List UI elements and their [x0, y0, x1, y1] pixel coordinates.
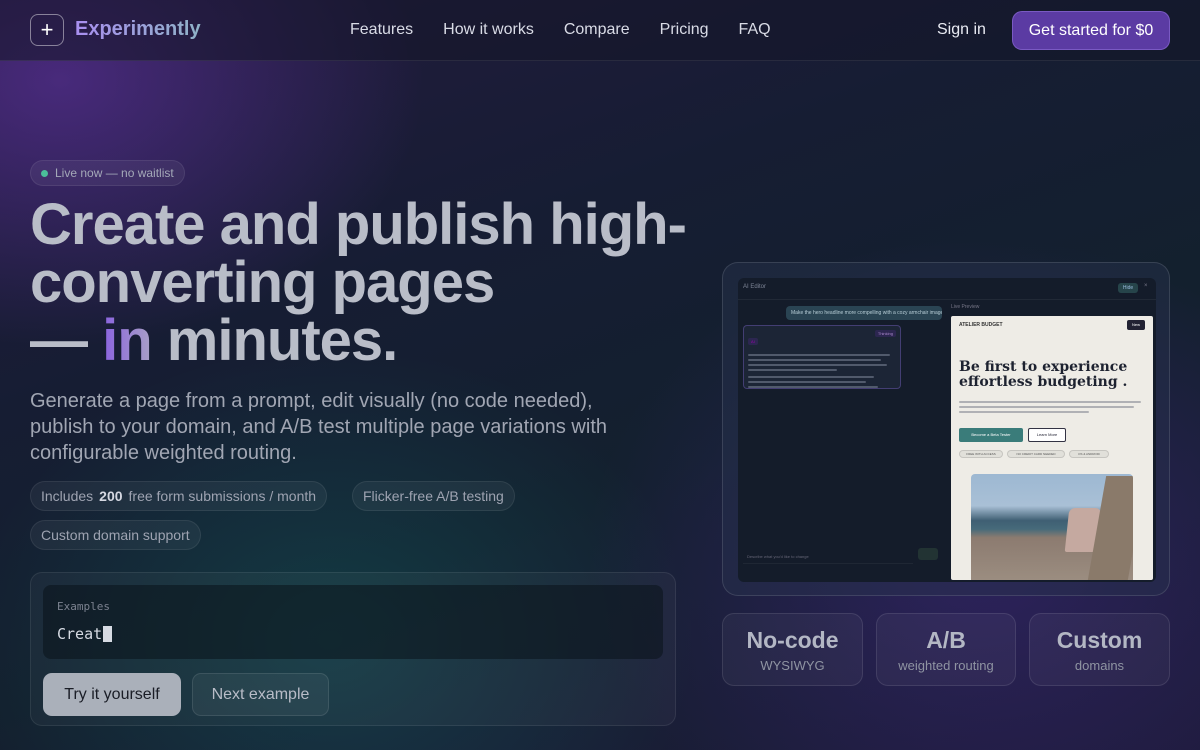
- preview-page-headline: Be first to experience effortless budget…: [959, 359, 1128, 390]
- prompt-label: Examples: [57, 600, 110, 613]
- preview-hero-image: [971, 474, 1133, 580]
- preview-editor-title: AI Editor: [743, 284, 767, 290]
- preview-live-label: Live Preview: [951, 304, 980, 310]
- product-preview: AI Editor Hide × Make the hero headline …: [722, 262, 1170, 596]
- nav-link-faq[interactable]: FAQ: [739, 21, 771, 39]
- feature-card-custom-domains: Custom domains: [1029, 613, 1170, 686]
- headline-line-2: converting pages: [30, 250, 495, 315]
- prompt-card: Examples Creat Try it yourself Next exam…: [30, 572, 676, 726]
- brand-name[interactable]: Experimently: [75, 18, 201, 41]
- feature-card-no-code: No-code WYSIWYG: [722, 613, 863, 686]
- headline-dash: —: [30, 308, 103, 373]
- preview-brand: ATELIER BUDGET: [959, 322, 1003, 328]
- headline-end: minutes.: [151, 308, 398, 373]
- nav-link-features[interactable]: Features: [350, 21, 413, 39]
- chip-includes-number: 200: [99, 488, 123, 504]
- headline-line-1: Create and publish high-: [30, 192, 687, 257]
- chip-includes-label: Includes: [41, 488, 94, 504]
- preview-tag-2: NO CREDIT CARD NEEDED: [1007, 450, 1065, 458]
- live-badge-text: Live now — no waitlist: [55, 166, 174, 180]
- feature-card-ab: A/B weighted routing: [876, 613, 1016, 686]
- chip-flicker-free: Flicker-free A/B testing: [352, 481, 515, 511]
- feature-subtitle: weighted routing: [898, 658, 994, 673]
- hero-headline: Create and publish high- converting page…: [30, 196, 710, 370]
- preview-tag-3: OS & ANDROID: [1069, 450, 1109, 458]
- preview-screen: AI Editor Hide × Make the hero headline …: [738, 278, 1156, 582]
- headline-accent: in: [102, 308, 153, 373]
- preview-input-placeholder: Describe what you'd like to change: [747, 554, 809, 559]
- sign-in-link[interactable]: Sign in: [937, 21, 986, 39]
- preview-ai-tag: AI: [748, 338, 758, 345]
- preview-page-paragraph: [959, 398, 1145, 413]
- preview-ai-status-tag: Thinking: [874, 330, 896, 337]
- feature-subtitle: WYSIWYG: [760, 658, 825, 673]
- preview-toolbar: AI Editor Hide ×: [738, 278, 1156, 300]
- preview-secondary-button: Learn More: [1028, 428, 1066, 442]
- close-icon: ×: [1144, 283, 1148, 289]
- nav-links: Features How it works Compare Pricing FA…: [350, 21, 771, 39]
- preview-ai-message: AI Thinking: [743, 325, 901, 389]
- preview-hide-button: Hide: [1118, 283, 1138, 293]
- send-icon: [918, 548, 938, 560]
- preview-primary-button: Become a Beta Tester: [959, 428, 1023, 442]
- preview-chat-input: Describe what you'd like to change: [743, 550, 913, 564]
- next-example-button[interactable]: Next example: [192, 673, 329, 716]
- chip-includes-suffix: free form submissions / month: [128, 488, 317, 504]
- feature-title: Custom: [1056, 627, 1143, 653]
- top-nav: + Experimently Features How it works Com…: [0, 0, 1200, 61]
- preview-landing-page: ATELIER BUDGET New Be first to experienc…: [951, 316, 1153, 580]
- preview-tag-1: FREE WITH ACCESS: [959, 450, 1003, 458]
- text-caret-icon: [103, 626, 113, 642]
- chip-custom-domain: Custom domain support: [30, 520, 201, 550]
- feature-title: A/B: [926, 627, 966, 653]
- preview-new-badge: New: [1127, 320, 1145, 330]
- status-dot-icon: [41, 170, 48, 177]
- prompt-typed-value: Creat: [57, 625, 103, 643]
- nav-link-how-it-works[interactable]: How it works: [443, 21, 534, 39]
- chip-form-submissions: Includes 200 free form submissions / month: [30, 481, 328, 511]
- plus-icon[interactable]: +: [30, 14, 64, 46]
- live-badge: Live now — no waitlist: [30, 160, 185, 186]
- hero-subhead: Generate a page from a prompt, edit visu…: [30, 390, 607, 464]
- get-started-button[interactable]: Get started for $0: [1012, 11, 1170, 50]
- prompt-typed-text: Creat: [57, 625, 113, 643]
- preview-user-message: Make the hero headline more compelling w…: [786, 306, 942, 320]
- prompt-input[interactable]: Examples Creat: [43, 585, 663, 659]
- feature-subtitle: domains: [1074, 658, 1125, 673]
- feature-title: No-code: [746, 627, 839, 653]
- try-it-yourself-button[interactable]: Try it yourself: [43, 673, 181, 716]
- nav-link-compare[interactable]: Compare: [564, 21, 630, 39]
- nav-link-pricing[interactable]: Pricing: [660, 21, 709, 39]
